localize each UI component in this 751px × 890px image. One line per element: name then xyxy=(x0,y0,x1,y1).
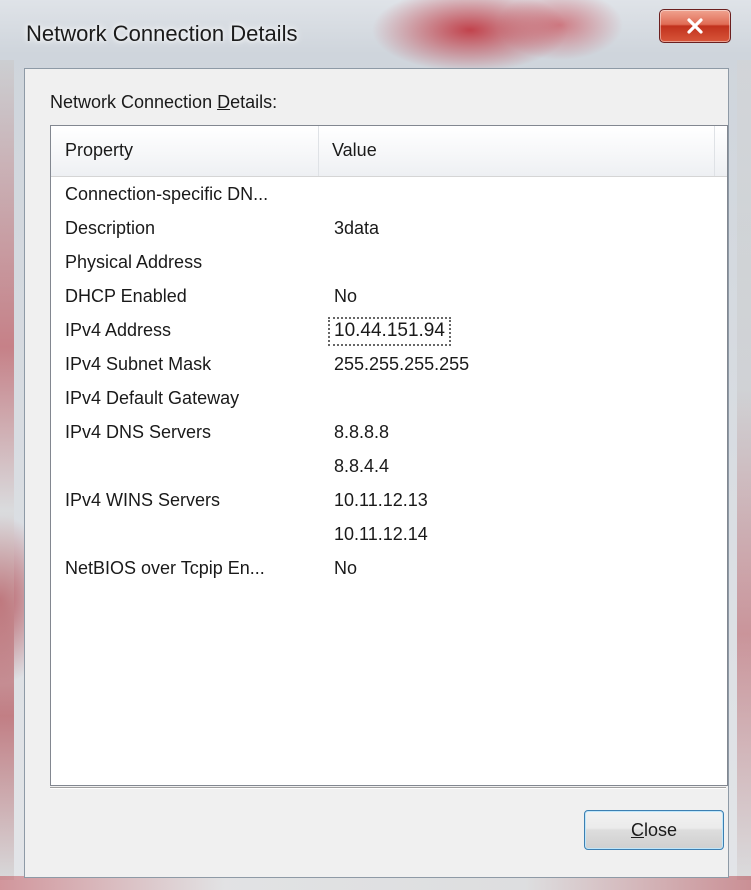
property-cell: NetBIOS over Tcpip En... xyxy=(65,558,265,578)
property-cell: IPv4 Address xyxy=(65,320,172,340)
table-row[interactable]: 10.11.12.14 xyxy=(51,519,727,553)
value-cell: 10.11.12.14 xyxy=(334,524,428,544)
property-cell: DHCP Enabled xyxy=(65,286,187,306)
close-button[interactable]: Close xyxy=(584,810,724,850)
value-cell: 8.8.4.4 xyxy=(334,456,390,476)
value-cell: No xyxy=(334,286,358,306)
table-row[interactable]: DHCP Enabled No xyxy=(51,281,727,315)
value-cell: 255.255.255.255 xyxy=(334,354,470,374)
value-cell-focused: 10.44.151.94 xyxy=(328,317,451,346)
details-list[interactable]: Property Value Connection-specific DN...… xyxy=(50,125,728,786)
column-divider[interactable] xyxy=(318,126,319,176)
property-cell: IPv4 Default Gateway xyxy=(65,388,240,408)
column-header-property[interactable]: Property xyxy=(65,140,133,161)
property-cell: Description xyxy=(65,218,156,238)
column-divider-end xyxy=(714,126,715,176)
table-row[interactable]: IPv4 Subnet Mask 255.255.255.255 xyxy=(51,349,727,383)
table-row[interactable]: IPv4 WINS Servers 10.11.12.13 xyxy=(51,485,727,519)
table-row[interactable]: Physical Address xyxy=(51,247,727,281)
x-icon xyxy=(687,18,703,34)
value-cell: 3data xyxy=(334,218,380,238)
details-label: Network Connection Details: xyxy=(50,92,278,112)
property-cell: Physical Address xyxy=(65,252,203,272)
table-row[interactable]: 8.8.4.4 xyxy=(51,451,727,485)
list-rows: Connection-specific DN... Description 3d… xyxy=(51,179,727,587)
table-row[interactable]: Connection-specific DN... xyxy=(51,179,727,213)
window-title: Network Connection Details xyxy=(26,21,298,46)
dialog-client-area: Network Connection Details: Property Val… xyxy=(24,68,729,878)
column-header-value[interactable]: Value xyxy=(332,140,377,161)
frame-right-edge xyxy=(737,60,751,880)
table-row[interactable]: NetBIOS over Tcpip En... No xyxy=(51,553,727,587)
table-row[interactable]: Description 3data xyxy=(51,213,727,247)
value-cell: 8.8.8.8 xyxy=(334,422,390,442)
list-header: Property Value xyxy=(51,126,727,177)
frame-left-edge xyxy=(0,60,14,880)
property-cell: IPv4 WINS Servers xyxy=(65,490,221,510)
property-cell: IPv4 DNS Servers xyxy=(65,422,212,442)
property-cell: Connection-specific DN... xyxy=(65,184,269,204)
frame-bottom-edge xyxy=(0,876,751,890)
separator-line xyxy=(50,787,726,789)
table-row[interactable]: IPv4 DNS Servers 8.8.8.8 xyxy=(51,417,727,451)
table-row[interactable]: IPv4 Default Gateway xyxy=(51,383,727,417)
value-cell: 10.11.12.13 xyxy=(334,490,428,510)
window-close-button[interactable] xyxy=(659,9,731,43)
table-row-focused[interactable]: IPv4 Address 10.44.151.94 xyxy=(51,315,727,349)
property-cell: IPv4 Subnet Mask xyxy=(65,354,212,374)
value-cell: No xyxy=(334,558,358,578)
